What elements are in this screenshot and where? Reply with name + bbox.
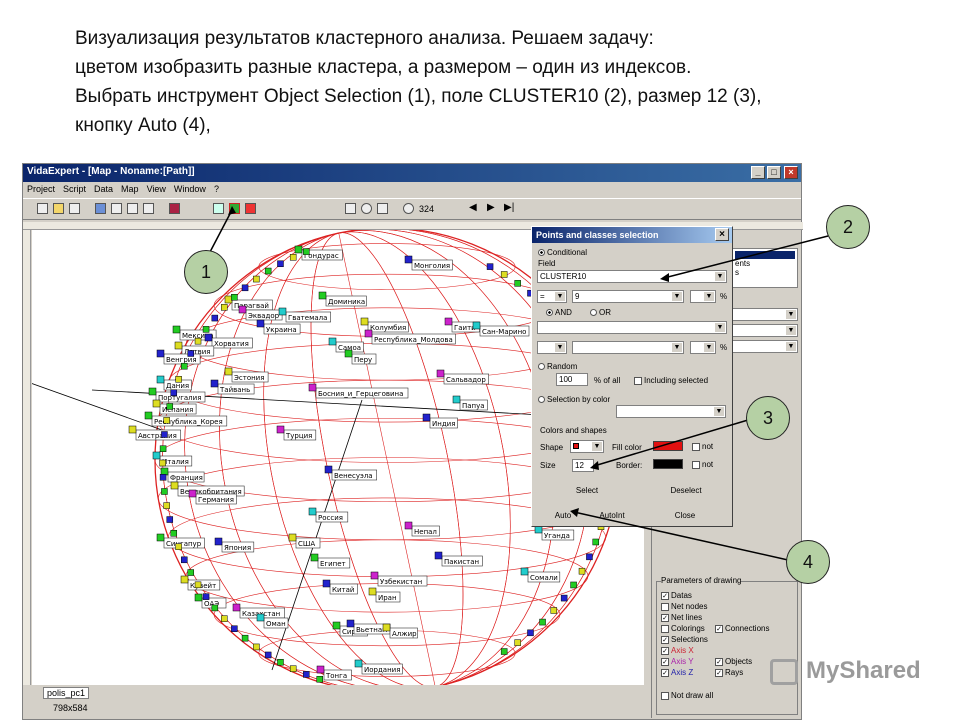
watermark: MyShared	[806, 657, 921, 684]
callout-4: 4	[786, 540, 830, 584]
callout-2: 2	[826, 205, 870, 249]
callout-1: 1	[184, 250, 228, 294]
callout-arrows	[209, 206, 829, 561]
myshared-logo-icon	[770, 659, 798, 685]
callout-3: 3	[746, 396, 790, 440]
